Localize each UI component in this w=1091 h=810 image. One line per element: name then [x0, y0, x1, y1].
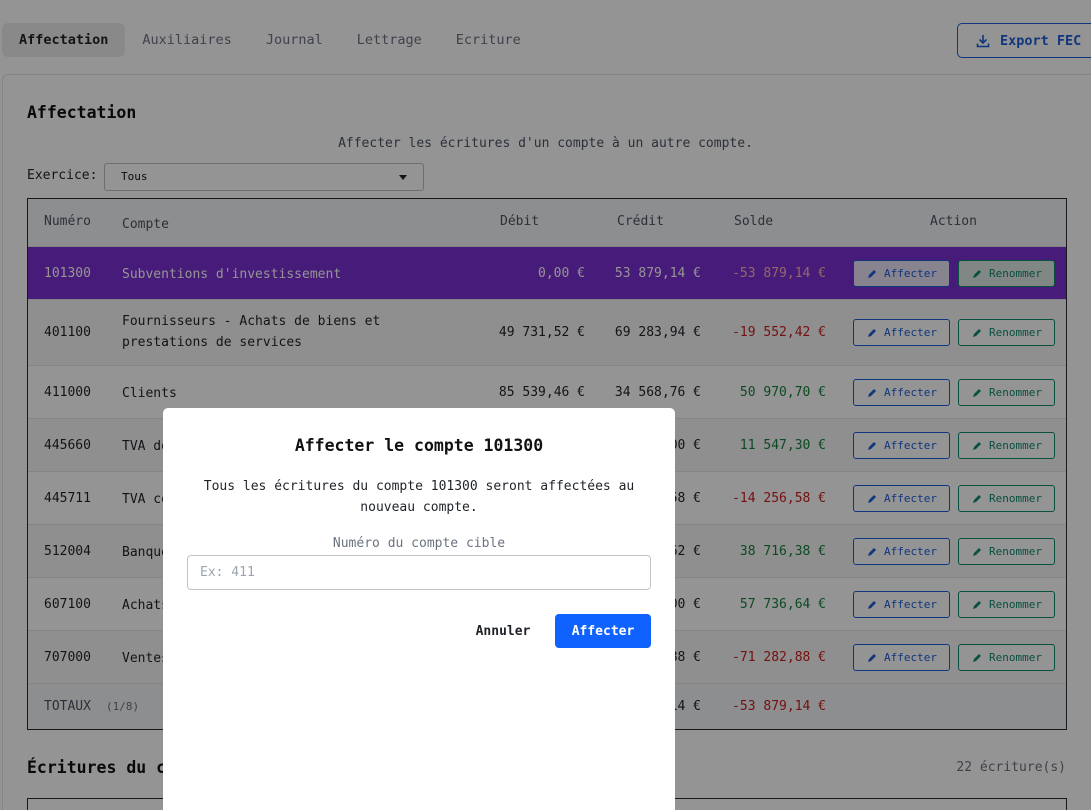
- cancel-button[interactable]: Annuler: [463, 614, 543, 648]
- dialog-message: Tous les écritures du compte 101300 sero…: [203, 479, 635, 515]
- affect-account-dialog: Affecter le compte 101300 Tous les écrit…: [163, 408, 675, 810]
- target-account-label: Numéro du compte cible: [332, 536, 506, 551]
- dialog-title: Affecter le compte 101300: [294, 436, 544, 455]
- target-account-input[interactable]: [187, 555, 651, 590]
- confirm-affect-button[interactable]: Affecter: [555, 614, 651, 648]
